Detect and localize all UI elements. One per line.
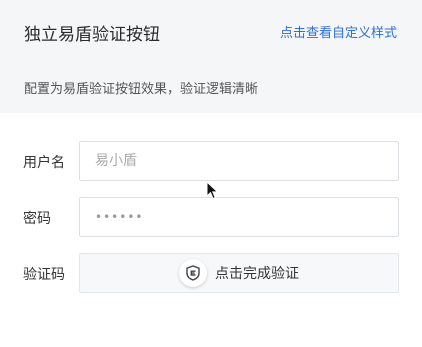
password-label: 密码 [23,211,51,227]
page-description: 配置为易盾验证按钮效果，验证逻辑清晰 [24,82,259,97]
username-row: 用户名 [0,141,422,181]
page-title: 独立易盾验证按钮 [24,25,160,45]
captcha-verify-button[interactable]: 点击完成验证 [79,253,399,293]
password-row: 密码 [0,197,422,237]
custom-style-link[interactable]: 点击查看自定义样式 [280,22,397,41]
password-input[interactable] [79,197,399,237]
captcha-button-label: 点击完成验证 [215,266,299,282]
captcha-label: 验证码 [23,267,65,283]
username-label: 用户名 [23,155,65,171]
captcha-row: 验证码 点击完成验证 [0,253,422,293]
shield-icon [179,259,207,287]
header-panel: 独立易盾验证按钮 点击查看自定义样式 配置为易盾验证按钮效果，验证逻辑清晰 [0,0,422,113]
mouse-cursor-icon [206,181,219,200]
username-input[interactable] [79,141,399,181]
